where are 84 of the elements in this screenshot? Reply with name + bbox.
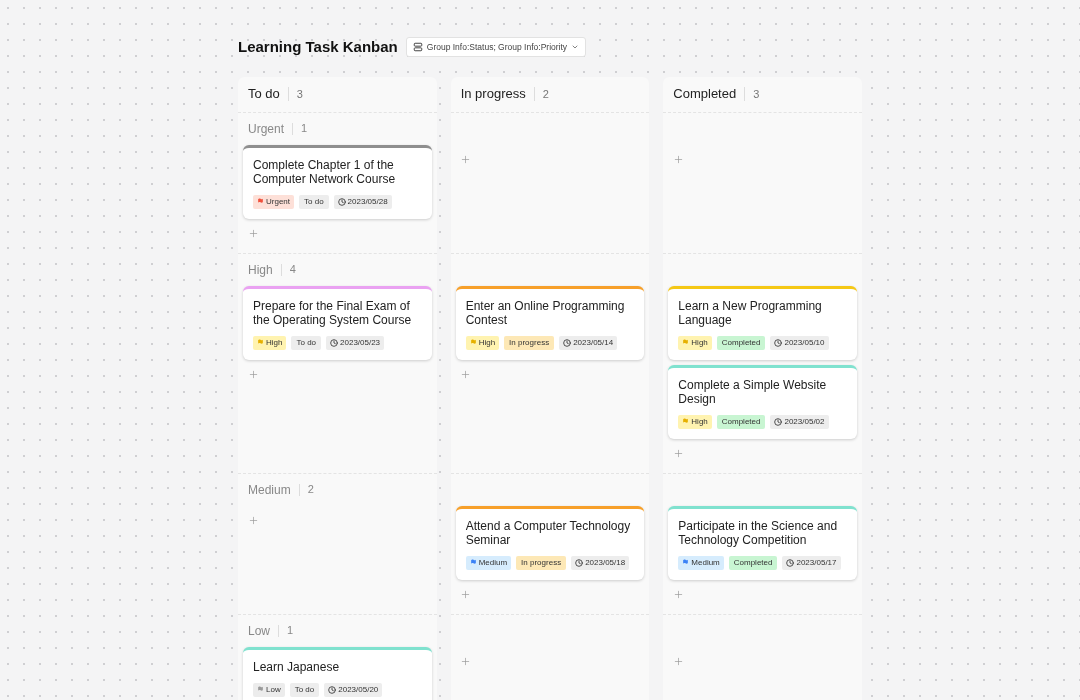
status-tag: In progress bbox=[504, 335, 555, 350]
plus-icon bbox=[460, 154, 472, 165]
task-title: Prepare for the Final Exam of the Operating System Course bbox=[253, 298, 413, 327]
plus-icon bbox=[672, 656, 684, 667]
due-date-tag: 2023/05/23 bbox=[326, 335, 385, 350]
due-date-tag: 2023/05/17 bbox=[782, 555, 841, 570]
lane-count: 2 bbox=[307, 482, 314, 498]
lane-title: Low bbox=[248, 622, 270, 640]
column-title: In progress bbox=[460, 85, 526, 104]
task-title: Enter an Online Programming Contest bbox=[465, 298, 626, 327]
task-card[interactable]: Attend a Computer Technology Seminar Medium In progress 2023/05/18 bbox=[455, 505, 645, 580]
task-title: Participate in the Science and Technology Competition bbox=[678, 518, 839, 547]
status-tag: In progress bbox=[516, 555, 567, 570]
lane-title: Medium bbox=[248, 481, 291, 499]
due-date-tag: 2023/05/14 bbox=[559, 335, 618, 350]
due-date-tag: 2023/05/10 bbox=[770, 335, 829, 350]
clock-icon bbox=[774, 338, 783, 347]
plus-icon bbox=[247, 369, 259, 380]
priority-tag: Medium bbox=[678, 555, 724, 570]
plus-icon bbox=[672, 448, 684, 459]
plus-icon bbox=[672, 154, 684, 165]
status-tag: Completed bbox=[716, 414, 766, 429]
due-date-tag: 2023/05/20 bbox=[324, 682, 383, 697]
column-count: 3 bbox=[296, 86, 303, 102]
due-date-tag: 2023/05/28 bbox=[333, 194, 392, 209]
column-title: To do bbox=[248, 85, 280, 104]
plus-icon bbox=[247, 515, 259, 526]
task-card[interactable]: Complete a Simple Website Design High Completed 2023/05/02 bbox=[668, 364, 857, 439]
task-title: Complete Chapter 1 of the Computer Network Course bbox=[253, 157, 397, 186]
column-count: 2 bbox=[542, 86, 549, 102]
board-title: Learning Task Kanban bbox=[238, 37, 398, 57]
priority-tag: High bbox=[678, 414, 712, 429]
task-card[interactable]: Enter an Online Programming Contest High In progress 2023/05/14 bbox=[455, 285, 645, 360]
status-tag: Completed bbox=[728, 555, 778, 570]
clock-icon bbox=[774, 417, 783, 426]
task-title: Complete a Simple Website Design bbox=[678, 377, 828, 406]
clock-icon bbox=[330, 338, 339, 347]
priority-tag: Medium bbox=[465, 555, 512, 570]
task-card[interactable]: Prepare for the Final Exam of the Operating System Course High To do 2023/05/23 bbox=[243, 285, 432, 360]
clock-icon bbox=[563, 338, 572, 347]
task-card[interactable]: Complete Chapter 1 of the Computer Network Course Urgent To do 2023/05/28 bbox=[243, 144, 432, 219]
task-title: Learn a New Programming Language bbox=[678, 298, 823, 327]
plus-icon bbox=[460, 589, 472, 600]
flag-icon bbox=[257, 686, 264, 693]
priority-tag: Urgent bbox=[253, 194, 294, 209]
plus-icon bbox=[672, 589, 684, 600]
flag-icon bbox=[469, 339, 477, 346]
lane-title: High bbox=[248, 261, 273, 279]
task-title: Learn Japanese bbox=[253, 659, 341, 674]
priority-tag: High bbox=[678, 335, 712, 350]
due-date-tag: 2023/05/18 bbox=[571, 555, 630, 570]
plus-icon bbox=[460, 656, 472, 667]
stacked-rows-icon bbox=[412, 42, 423, 53]
plus-icon bbox=[460, 369, 472, 380]
task-title: Attend a Computer Technology Seminar bbox=[465, 518, 632, 547]
lane-count: 4 bbox=[289, 262, 296, 278]
status-tag: To do bbox=[289, 682, 320, 697]
due-date-tag: 2023/05/02 bbox=[770, 414, 829, 429]
lane-count: 1 bbox=[287, 623, 294, 639]
task-card[interactable]: Learn Japanese Low To do 2023/05/20 bbox=[243, 646, 432, 700]
column-title: Completed bbox=[673, 85, 737, 104]
clock-icon bbox=[337, 197, 346, 206]
status-tag: Completed bbox=[716, 335, 766, 350]
priority-tag: High bbox=[465, 335, 500, 350]
status-tag: To do bbox=[299, 194, 329, 209]
flag-icon bbox=[682, 418, 690, 425]
clock-icon bbox=[575, 558, 584, 567]
clock-icon bbox=[786, 558, 795, 567]
flag-icon bbox=[469, 559, 477, 566]
lane-title: Urgent bbox=[248, 120, 285, 138]
priority-tag: High bbox=[253, 335, 287, 350]
task-card[interactable]: Learn a New Programming Language High Completed 2023/05/10 bbox=[668, 285, 857, 360]
lane-count: 1 bbox=[301, 121, 308, 137]
plus-icon bbox=[247, 228, 259, 239]
flag-icon bbox=[257, 198, 264, 205]
flag-icon bbox=[682, 339, 690, 346]
flag-icon bbox=[682, 559, 690, 566]
column-count: 3 bbox=[753, 86, 760, 102]
group-info-button[interactable]: Group Info:Status; Group Info:Priority bbox=[405, 37, 587, 58]
clock-icon bbox=[328, 685, 337, 694]
flag-icon bbox=[257, 339, 264, 346]
task-card[interactable]: Participate in the Science and Technology Competition Medium Completed 2023/05/17 bbox=[668, 505, 857, 580]
status-tag: To do bbox=[291, 335, 322, 350]
priority-tag: Low bbox=[253, 682, 285, 697]
